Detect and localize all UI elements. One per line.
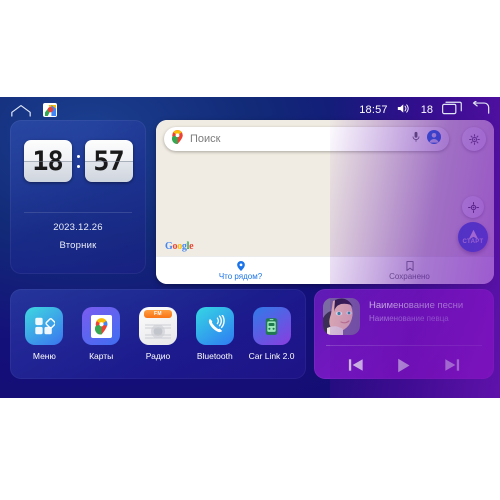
apps-grid-icon xyxy=(25,307,64,345)
map-search-bar[interactable]: Поиск xyxy=(164,127,449,151)
back-arrow-icon[interactable] xyxy=(471,99,490,120)
previous-track-icon[interactable] xyxy=(348,357,364,373)
music-meta: Наименование песни Наименование певца xyxy=(369,298,485,323)
microphone-icon[interactable] xyxy=(412,130,420,148)
app-shortcut-menu[interactable]: Меню xyxy=(19,307,69,361)
app-shortcut-bluetooth-label: Bluetooth xyxy=(196,351,233,361)
my-location-icon[interactable] xyxy=(462,196,484,218)
map-nav-saved[interactable]: Сохранено xyxy=(325,260,494,281)
location-pin-icon xyxy=(236,260,245,271)
car-head-unit-screen: 18:57 18 18 57 2023.12.26 Вторник Поиск … xyxy=(0,97,500,398)
app-shortcut-carlink[interactable]: Car Link 2.0 xyxy=(247,307,297,361)
google-watermark: Google xyxy=(165,241,194,252)
flip-clock: 18 57 xyxy=(10,140,146,182)
app-shortcut-maps-label: Карты xyxy=(89,351,114,361)
clock-hours: 18 xyxy=(23,140,72,182)
music-track-info: Наименование песни Наименование певца xyxy=(323,298,485,335)
app-shortcut-menu-label: Меню xyxy=(32,351,56,361)
status-time: 18:57 xyxy=(359,104,388,116)
maps-pin-icon xyxy=(171,129,183,149)
status-bar-right: 18:57 18 xyxy=(359,99,490,120)
google-maps-widget[interactable]: Поиск СТАРТ Google Что рядом? Сохранено xyxy=(156,120,494,284)
clock-date: 2023.12.26 xyxy=(53,222,103,233)
bookmark-icon xyxy=(405,260,414,271)
status-bar-left xyxy=(10,103,57,117)
app-shortcut-radio[interactable]: FM Радио xyxy=(133,307,183,361)
music-player-widget[interactable]: Наименование песни Наименование певца xyxy=(314,289,494,379)
volume-icon[interactable] xyxy=(397,101,412,119)
map-nav-nearby-label: Что рядом? xyxy=(218,271,263,281)
car-link-icon xyxy=(252,307,291,345)
home-outline-icon[interactable] xyxy=(10,104,32,117)
music-controls xyxy=(314,351,494,379)
map-bottom-nav: Что рядом? Сохранено xyxy=(156,256,494,284)
recent-apps-icon[interactable] xyxy=(442,101,462,120)
album-art xyxy=(323,298,360,335)
clock-hours-value: 18 xyxy=(32,145,64,177)
google-maps-icon[interactable] xyxy=(43,103,57,117)
map-start-label: СТАРТ xyxy=(462,239,484,245)
play-icon[interactable] xyxy=(395,357,412,374)
app-shortcut-bluetooth[interactable]: Bluetooth xyxy=(190,307,240,361)
next-track-icon[interactable] xyxy=(444,357,460,373)
app-shortcut-radio-label: Радио xyxy=(145,351,171,361)
app-shortcut-maps[interactable]: Карты xyxy=(76,307,126,361)
map-nav-saved-label: Сохранено xyxy=(389,271,430,281)
clock-minutes-value: 57 xyxy=(93,145,125,177)
clock-minutes: 57 xyxy=(84,140,133,182)
map-search-placeholder[interactable]: Поиск xyxy=(190,133,405,145)
clock-widget[interactable]: 18 57 2023.12.26 Вторник xyxy=(10,120,146,274)
map-nav-nearby[interactable]: Что рядом? xyxy=(156,260,325,281)
clock-weekday: Вторник xyxy=(59,240,97,251)
map-settings-gear-icon[interactable] xyxy=(462,127,486,151)
clock-colon-icon xyxy=(75,154,82,168)
music-track-title: Наименование песни xyxy=(369,300,464,311)
app-shortcut-carlink-label: Car Link 2.0 xyxy=(248,351,295,361)
map-start-navigation-button[interactable]: СТАРТ xyxy=(458,222,488,252)
volume-level: 18 xyxy=(420,104,433,116)
status-bar: 18:57 18 xyxy=(0,97,500,123)
account-avatar-icon[interactable] xyxy=(427,129,441,149)
clock-divider xyxy=(24,212,132,213)
music-divider xyxy=(326,345,482,346)
bluetooth-phone-icon xyxy=(195,307,234,345)
radio-icon: FM xyxy=(138,307,177,345)
app-shortcuts-widget: Меню Карты FM Радио Bluetooth Car Link 2… xyxy=(10,289,306,379)
music-track-artist: Наименование певца xyxy=(369,314,449,323)
google-maps-icon xyxy=(82,307,121,345)
